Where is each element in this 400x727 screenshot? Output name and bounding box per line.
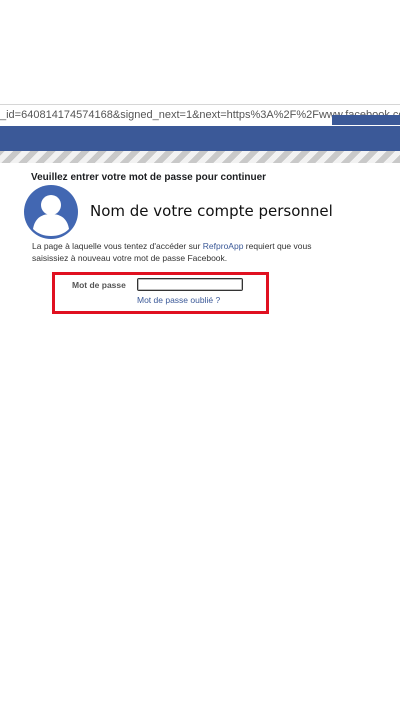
facebook-header-bar — [0, 126, 400, 151]
avatar-icon — [24, 185, 78, 239]
forgot-password-link[interactable]: Mot de passe oublié ? — [137, 295, 220, 305]
password-input[interactable] — [137, 278, 243, 291]
dialog-description: La page à laquelle vous tentez d'accéder… — [32, 240, 332, 264]
dialog-title: Veuillez entrer votre mot de passe pour … — [31, 172, 267, 183]
header-stripe-divider — [0, 151, 400, 163]
password-label: Mot de passe — [72, 280, 126, 290]
description-text-start: La page à laquelle vous tentez d'accéder… — [32, 241, 203, 251]
page: _id=640814174574168&signed_next=1&next=h… — [0, 0, 400, 727]
account-name: Nom de votre compte personnel — [90, 202, 333, 220]
url-bar-overlay — [332, 115, 400, 125]
browser-url-bar[interactable]: _id=640814174574168&signed_next=1&next=h… — [0, 104, 400, 127]
app-name-link[interactable]: RefproApp — [203, 241, 244, 251]
